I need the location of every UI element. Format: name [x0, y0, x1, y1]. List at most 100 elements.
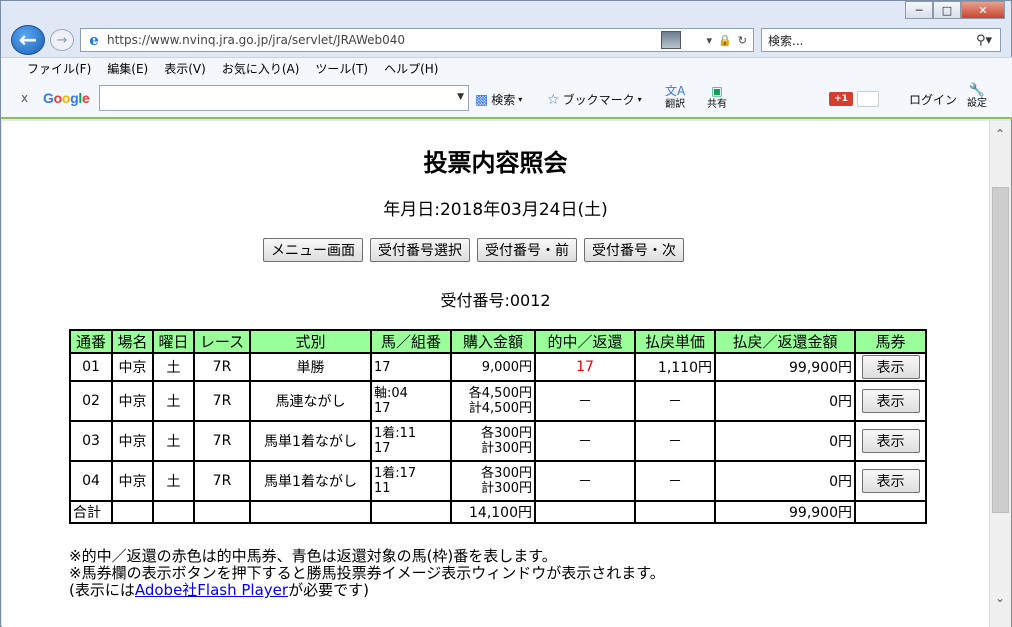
- scroll-up-icon[interactable]: ⌃: [995, 127, 1005, 141]
- site-thumbnail-icon[interactable]: [660, 31, 681, 49]
- cell-type: 馬単1着ながし: [249, 420, 372, 462]
- cell-hit: 17: [534, 352, 636, 382]
- total-payout: 99,900円: [714, 500, 856, 524]
- menu-file[interactable]: ファイル(F): [27, 60, 91, 77]
- chevron-down-icon[interactable]: ▼: [457, 92, 464, 102]
- cell-hit: －: [534, 460, 636, 502]
- empty-cell: [152, 500, 195, 524]
- empty-cell: [249, 500, 372, 524]
- cell-unit: －: [634, 460, 716, 502]
- empty-cell: [193, 500, 251, 524]
- col-header: 払戻単価: [634, 329, 716, 354]
- search-icon[interactable]: ⚲▾: [976, 33, 1000, 48]
- col-header: 曜日: [152, 329, 195, 354]
- cell-horse: 1着:17 11: [370, 460, 452, 502]
- empty-cell: [370, 500, 452, 524]
- empty-cell: [111, 500, 154, 524]
- table-row: 03 中京 土 7R 馬単1着ながし 1着:11 17 各300円 計300円 － …: [69, 420, 927, 462]
- cell-horse: 17: [370, 352, 452, 382]
- menu-screen-button[interactable]: メニュー画面: [263, 238, 363, 262]
- col-header: 式別: [249, 329, 372, 354]
- close-button[interactable]: ✕: [961, 1, 1005, 19]
- cell-payout: 99,900円: [714, 352, 856, 382]
- menu-tools[interactable]: ツール(T): [315, 60, 368, 77]
- cell-type: 単勝: [249, 352, 372, 382]
- cell-amount: 各300円 計300円: [450, 420, 536, 462]
- google-logo: Google: [43, 90, 90, 106]
- cell-venue: 中京: [111, 352, 154, 382]
- minimize-button[interactable]: ─: [905, 1, 933, 19]
- cell-horse: 1着:11 17: [370, 420, 452, 462]
- browser-search-box[interactable]: 検索... ⚲▾: [761, 28, 1001, 52]
- flash-player-link[interactable]: Adobe社Flash Player: [135, 581, 288, 599]
- col-header: 払戻／返還金額: [714, 329, 856, 354]
- wrench-icon: 🔧: [968, 83, 986, 98]
- cell-type: 馬単1着ながし: [249, 460, 372, 502]
- gplus-button[interactable]: +1: [829, 92, 853, 106]
- cell-no: 02: [69, 380, 113, 422]
- chevron-down-icon: ▾: [637, 95, 642, 104]
- gplus-count: [857, 91, 879, 107]
- forward-arrow-icon[interactable]: →: [50, 29, 74, 51]
- total-label: 合計: [69, 500, 113, 524]
- browser-window: ─ □ ✕ ← → e https://www.nvinq.jra.go.jp/…: [0, 0, 1012, 627]
- toolbar-close-icon[interactable]: x: [21, 91, 28, 105]
- maximize-button[interactable]: □: [933, 1, 961, 19]
- note-line-2: ※馬券欄の表示ボタンを押下すると勝馬投票券イメージ表示ウィンドウが表示されます。: [69, 564, 665, 582]
- cell-ticket: 表示: [854, 380, 927, 422]
- vertical-scrollbar[interactable]: ⌃ ⌄: [989, 121, 1011, 627]
- col-header: 場名: [111, 329, 154, 354]
- bookmark-button[interactable]: ☆ ブックマーク ▾: [547, 91, 642, 108]
- cell-ticket: 表示: [854, 460, 927, 502]
- empty-cell: [854, 500, 927, 524]
- menu-favorites[interactable]: お気に入り(A): [222, 60, 300, 77]
- cell-hit: －: [534, 420, 636, 462]
- dropdown-icon[interactable]: ▾: [707, 34, 713, 47]
- ie-logo-icon: e: [89, 31, 99, 49]
- scroll-thumb[interactable]: [992, 187, 1009, 513]
- lock-icon[interactable]: 🔒: [718, 34, 732, 47]
- refresh-icon[interactable]: ↻: [738, 34, 747, 47]
- cell-amount: 各4,500円 計4,500円: [450, 380, 536, 422]
- translate-button[interactable]: 文A 翻訳: [665, 85, 685, 111]
- search-placeholder: 検索...: [768, 33, 804, 48]
- menu-edit[interactable]: 編集(E): [107, 60, 148, 77]
- ticket-select-button[interactable]: 受付番号選択: [370, 238, 470, 262]
- cell-payout: 0円: [714, 380, 856, 422]
- ticket-prev-button[interactable]: 受付番号・前: [477, 238, 577, 262]
- table-row: 01 中京 土 7R 単勝 17 9,000円 17 1,110円 99,900…: [69, 352, 927, 382]
- login-link[interactable]: ログイン: [909, 91, 957, 108]
- table-header-row: 通番 場名 曜日 レース 式別 馬／組番 購入金額 的中／返還 払戻単価 払戻／…: [69, 329, 927, 354]
- google-search-button[interactable]: ▩ 検索 ▾: [475, 91, 522, 108]
- cell-day: 土: [152, 380, 195, 422]
- cell-payout: 0円: [714, 420, 856, 462]
- show-ticket-button[interactable]: 表示: [861, 389, 920, 413]
- menu-help[interactable]: ヘルプ(H): [384, 60, 438, 77]
- address-bar[interactable]: e https://www.nvinq.jra.go.jp/jra/servle…: [80, 28, 754, 52]
- total-row: 合計 14,100円 99,900円: [69, 500, 927, 524]
- cell-race: 7R: [193, 420, 251, 462]
- show-ticket-button[interactable]: 表示: [861, 429, 920, 453]
- cell-day: 土: [152, 352, 195, 382]
- menu-view[interactable]: 表示(V): [164, 60, 206, 77]
- back-arrow-icon[interactable]: ←: [11, 25, 45, 55]
- url-text[interactable]: https://www.nvinq.jra.go.jp/jra/servlet/…: [107, 33, 661, 47]
- cell-ticket: 表示: [854, 420, 927, 462]
- cell-ticket: 表示: [854, 352, 927, 382]
- cell-type: 馬連ながし: [249, 380, 372, 422]
- share-button[interactable]: ▣ 共有: [707, 85, 727, 111]
- empty-cell: [634, 500, 716, 524]
- show-ticket-button[interactable]: 表示: [861, 355, 920, 379]
- col-header: 馬／組番: [370, 329, 452, 354]
- cell-hit: －: [534, 380, 636, 422]
- settings-button[interactable]: 🔧 設定: [967, 83, 987, 110]
- cell-amount: 9,000円: [450, 352, 536, 382]
- ticket-next-button[interactable]: 受付番号・次: [584, 238, 684, 262]
- cell-amount: 各300円 計300円: [450, 460, 536, 502]
- cell-day: 土: [152, 420, 195, 462]
- empty-cell: [534, 500, 636, 524]
- scroll-down-icon[interactable]: ⌄: [995, 591, 1005, 605]
- google-search-input[interactable]: ▼: [99, 85, 469, 111]
- show-ticket-button[interactable]: 表示: [861, 469, 920, 493]
- translate-icon: 文A: [665, 84, 686, 98]
